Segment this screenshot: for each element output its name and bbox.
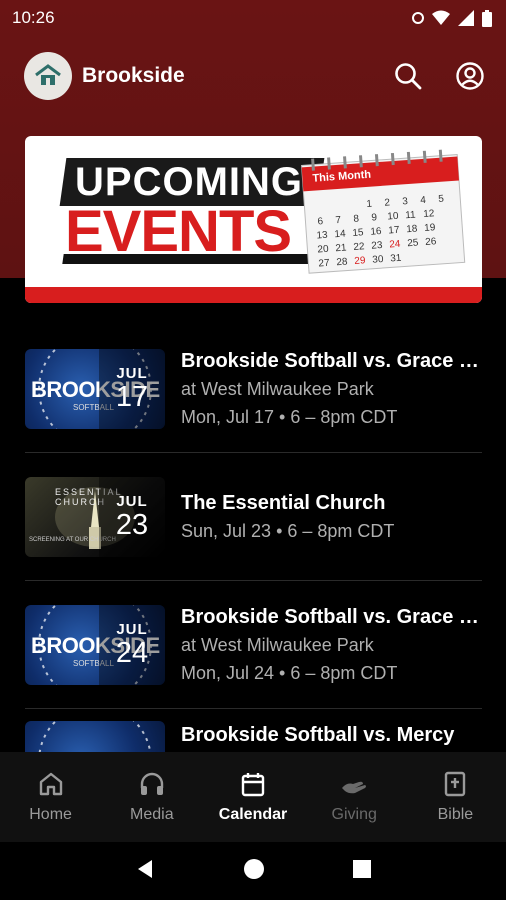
event-title: The Essential Church [181,491,386,514]
event-row[interactable]: BROOKSIDE SOFTBALL JUL 24 Brookside Soft… [25,581,482,709]
status-icons [412,9,492,27]
svg-text:14: 14 [334,229,346,241]
app-title: Brookside [82,64,185,87]
svg-text:16: 16 [370,226,382,238]
home-circle-icon [243,858,264,879]
date-overlay: JUL 17 [99,348,165,429]
event-day: 23 [115,509,149,541]
event-thumbnail: BROOKSIDE SOFTBALL JUL 17 [25,348,165,429]
svg-text:26: 26 [425,236,437,248]
church-logo-icon [35,64,61,85]
app-bar: Brookside [0,48,506,104]
nav-bible[interactable]: Bible [405,752,506,842]
svg-text:25: 25 [407,237,419,249]
svg-text:10: 10 [387,211,399,223]
account-icon [456,62,484,90]
church-logo[interactable] [24,52,72,100]
svg-text:28: 28 [336,256,348,268]
date-overlay: JUL 23 [99,476,165,557]
svg-text:18: 18 [406,223,418,235]
event-thumbnail: ESSENTIAL CHURCH SCREENING AT OUR CHURCH… [25,476,165,557]
event-location: at West Milwaukee Park [181,634,374,655]
bible-icon [445,771,466,797]
svg-text:11: 11 [405,210,417,222]
search-button[interactable] [392,60,424,92]
event-row[interactable]: BROOKSIDE SOFTBALL JUL 17 Brookside Soft… [25,325,482,453]
settings-dot-icon [412,12,424,24]
event-month: JUL [116,365,148,382]
nav-giving[interactable]: Giving [304,752,405,842]
event-row[interactable]: ESSENTIAL CHURCH SCREENING AT OUR CHURCH… [25,453,482,581]
event-month: JUL [116,621,148,638]
calendar-icon [241,773,265,797]
recents-square-icon [353,859,372,878]
home-icon [39,772,62,796]
svg-text:23: 23 [371,240,383,252]
svg-text:9: 9 [371,212,378,223]
nav-label: Giving [331,806,377,823]
svg-text:30: 30 [372,254,384,266]
upcoming-events-banner[interactable]: UPCOMING EVENTS 12345 6 7 8 9 10 11 12 13 14 15 1… [25,136,482,303]
nav-media[interactable]: Media [101,752,202,842]
date-overlay: JUL 24 [99,604,165,685]
svg-text:19: 19 [424,222,436,234]
event-datetime: Mon, Jul 24 • 6 – 8pm CDT [181,662,398,683]
nav-label: Bible [437,806,474,823]
event-datetime: Mon, Jul 17 • 6 – 8pm CDT [181,406,398,427]
svg-text:20: 20 [317,244,329,256]
svg-text:12: 12 [423,208,435,220]
nav-label: Home [29,806,72,823]
event-location: at West Milwaukee Park [181,378,374,399]
status-bar: 10:26 [0,0,506,36]
svg-text:22: 22 [353,241,365,253]
nav-label: Media [130,806,174,823]
svg-text:27: 27 [318,258,330,270]
status-time: 10:26 [12,8,55,27]
svg-text:21: 21 [335,242,347,254]
svg-text:15: 15 [352,227,364,239]
hand-icon [342,781,367,794]
svg-text:24: 24 [389,239,401,251]
event-datetime: Sun, Jul 23 • 6 – 8pm CDT [181,520,395,541]
home-button[interactable] [243,858,265,885]
banner-red-strip [25,287,482,303]
calendar-illustration: 12345 6 7 8 9 10 11 12 13 14 15 16 17 18 19 20 21 22 23… [293,146,469,277]
recents-button[interactable] [352,859,372,884]
svg-text:13: 13 [316,230,328,242]
svg-text:17: 17 [388,225,400,237]
event-title: Brookside Softball vs. Grace Lutheran [181,605,482,628]
event-day: 24 [115,637,149,669]
search-icon [395,63,422,90]
account-button[interactable] [454,60,486,92]
back-button[interactable] [134,858,156,885]
system-navigation-bar [0,842,506,900]
battery-icon [482,9,492,27]
headphones-icon [140,772,163,795]
nav-label: Calendar [218,806,288,823]
event-title: Brookside Softball vs. Grace Lutheran [181,349,482,372]
event-thumbnail: BROOKSIDE SOFTBALL JUL 24 [25,604,165,685]
banner-underline [62,254,322,264]
svg-text:5: 5 [438,194,445,205]
nav-home[interactable]: Home [0,752,101,842]
wifi-icon [432,10,450,25]
svg-text:6: 6 [317,216,324,227]
svg-text:4: 4 [420,195,427,206]
event-day: 17 [115,381,149,413]
event-title: Brookside Softball vs. Mercy [181,724,455,746]
svg-text:3: 3 [402,196,409,207]
svg-text:7: 7 [335,215,342,226]
calendar-graphic-icon: 12345 6 7 8 9 10 11 12 13 14 15 16 17 18 19 20 21 22 23… [301,149,466,274]
signal-icon [458,10,474,26]
svg-text:31: 31 [390,253,402,265]
svg-text:8: 8 [353,214,360,225]
back-triangle-icon [137,859,152,878]
bottom-navigation: Home Media Calendar Giving Bible [0,752,506,842]
nav-calendar[interactable]: Calendar [202,752,303,842]
event-month: JUL [116,493,148,510]
svg-text:29: 29 [354,255,366,267]
